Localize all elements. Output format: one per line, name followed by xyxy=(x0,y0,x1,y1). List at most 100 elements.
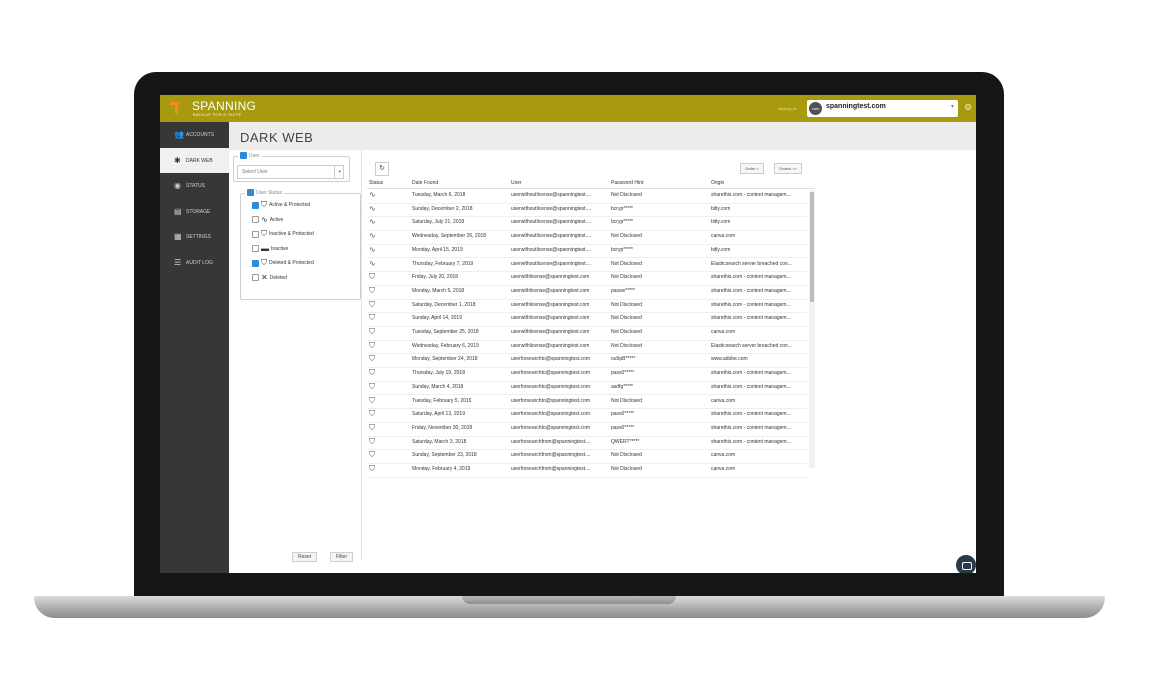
cell-date: Wednesday, February 6, 2019 xyxy=(412,342,479,349)
status-label: Deleted & Protected xyxy=(269,260,314,266)
cell-hint: pass0***** xyxy=(611,424,635,431)
table-row[interactable]: ⛉ Saturday, December 1, 2018 userwithlicen… xyxy=(367,299,807,314)
status-icon: ∿ xyxy=(261,215,268,224)
status-label: Deleted xyxy=(269,274,287,281)
shield-icon: ⛉ xyxy=(369,436,375,446)
status-label: Inactive xyxy=(271,245,289,252)
status-checkbox[interactable] xyxy=(252,259,259,267)
activity-icon: ∿ xyxy=(369,203,376,213)
table-row[interactable]: ∿ Sunday, December 2, 2018 userwithoutlice… xyxy=(367,203,807,218)
cell-hint: pass0***** xyxy=(611,411,635,418)
table-row[interactable]: ⛉ Friday, July 20, 2018 userwithlicense@sp… xyxy=(367,271,807,286)
table-row[interactable]: ⛉ Sunday, March 4, 2018 userforsearchto@sp… xyxy=(367,381,807,396)
status-checkbox[interactable] xyxy=(252,274,259,281)
table-row[interactable]: ∿ Thursday, February 7, 2019 userwithoutli… xyxy=(367,258,807,273)
sidebar-item-status[interactable]: ◉ STATUS xyxy=(160,173,229,198)
column-header-password-hint[interactable]: Password Hint xyxy=(611,180,643,186)
status-option[interactable]: ⛉ Deleted & Protected xyxy=(252,258,314,268)
status-option[interactable]: ⛉ Inactive & Protected xyxy=(252,229,314,239)
brand-name: SPANNING xyxy=(192,99,257,113)
cell-user: userwithoutlicense@spanningtest.... xyxy=(511,192,592,198)
domain-select[interactable]: com spanningtest.com ▾ xyxy=(807,100,958,117)
shield-icon: ⛉ xyxy=(369,327,375,336)
cell-origin: canva.com xyxy=(711,397,736,404)
sidebar-item-label: STORAGE xyxy=(186,208,211,215)
cell-origin: sharethis.com - content managem... xyxy=(711,383,791,390)
user-status-filter: User Status ⛉ Active & Protected ∿ Active ⛉ I… xyxy=(240,189,361,300)
table-row[interactable]: ∿ Monday, April 15, 2019 userwithoutlicens… xyxy=(367,244,807,259)
cell-date: Saturday, July 21, 2018 xyxy=(412,219,465,226)
column-header-date[interactable]: Date Found xyxy=(412,180,438,186)
user-filter-checkbox[interactable] xyxy=(240,152,247,159)
status-option[interactable]: ∿ Active xyxy=(252,215,283,225)
status-checkbox[interactable] xyxy=(252,245,259,252)
cell-date: Monday, February 4, 2019 xyxy=(412,466,471,472)
scrollbar-thumb[interactable] xyxy=(810,192,814,302)
refresh-icon[interactable]: ↻ xyxy=(375,162,389,176)
cell-user: userforsearchto@spanningtest.com xyxy=(511,424,591,431)
gear-icon[interactable]: ⚙ xyxy=(964,102,972,113)
shield-icon: ⛉ xyxy=(369,381,375,391)
reset-button[interactable]: Reset xyxy=(292,552,318,562)
users-icon: 👥 xyxy=(174,130,184,139)
status-checkbox[interactable] xyxy=(252,216,259,223)
cell-date: Sunday, April 14, 2019 xyxy=(412,315,462,322)
table-row[interactable]: ∿ Wednesday, September 26, 2018 userwithou… xyxy=(367,230,807,245)
status-option[interactable]: ▬ Inactive xyxy=(252,244,288,254)
status-icon: ⛉ xyxy=(261,258,267,267)
status-checkbox[interactable] xyxy=(252,230,259,238)
order-prev-button[interactable]: Order < xyxy=(740,163,764,174)
cell-hint: QWERT***** xyxy=(611,438,640,445)
cell-hint: ou9pB***** xyxy=(611,356,636,363)
table-row[interactable]: ⛉ Saturday, March 3, 2018 userforsearchfro… xyxy=(367,436,807,451)
table-row[interactable]: ⛉ Thursday, July 19, 2018 userforsearchto@… xyxy=(367,367,807,382)
cell-hint: asdfg***** xyxy=(611,383,633,390)
cell-date: Friday, November 30, 2018 xyxy=(412,424,473,431)
table-row[interactable]: ⛉ Saturday, April 13, 2019 userforsearchto… xyxy=(367,408,807,423)
sidebar-item-dark-web[interactable]: ✱ DARK WEB xyxy=(160,147,229,173)
table-row[interactable]: ⛉ Monday, September 24, 2018 userforsearch… xyxy=(367,353,807,369)
sidebar-item-storage[interactable]: ▤ STORAGE xyxy=(160,199,229,224)
shield-icon: ⛉ xyxy=(369,409,375,419)
shield-icon: ⛉ xyxy=(369,450,375,460)
vertical-scrollbar[interactable] xyxy=(809,190,815,468)
sidebar-item-accounts[interactable]: 👥 ACCOUNTS xyxy=(160,122,229,147)
table-row[interactable]: ⛉ Tuesday, February 5, 2019 userforsearcht… xyxy=(367,395,807,410)
cell-user: userforsearchto@spanningtest.com xyxy=(511,370,591,377)
cell-origin: sharethis.com - content managem... xyxy=(711,274,791,281)
cell-date: Saturday, December 1, 2018 xyxy=(412,301,476,308)
sidebar-item-settings[interactable]: ▦ SETTINGS xyxy=(160,224,229,249)
column-header-user[interactable]: User xyxy=(511,180,522,186)
cell-hint: bcryp***** xyxy=(611,205,633,212)
chat-icon[interactable] xyxy=(955,554,976,573)
status-checkbox[interactable] xyxy=(252,201,259,209)
list-icon: ☰ xyxy=(174,257,182,267)
cell-date: Monday, September 24, 2018 xyxy=(412,356,478,363)
user-select[interactable]: Select User ▾ xyxy=(237,165,344,179)
status-option[interactable]: ⛉ Active & Protected xyxy=(252,200,310,210)
table-row[interactable]: ⛉ Tuesday, September 25, 2018 userwithlice… xyxy=(367,326,807,341)
column-header-origin[interactable]: Origin xyxy=(711,180,724,186)
status-option[interactable]: ✕ Deleted xyxy=(252,273,287,283)
sidebar-item-label: AUDIT LOG xyxy=(186,259,213,266)
cell-user: userwithoutlicense@spanningtest.... xyxy=(511,233,592,240)
table-row[interactable]: ∿ Saturday, July 21, 2018 userwithoutlicen… xyxy=(367,216,807,232)
column-header-status[interactable]: Status xyxy=(369,180,383,186)
table-row[interactable]: ⛉ Sunday, April 14, 2019 userwithlicense@s… xyxy=(367,312,807,327)
order-next-button[interactable]: Orders >> xyxy=(774,163,803,174)
spanning-logo-icon xyxy=(170,102,180,114)
table-row[interactable]: ⛉ Wednesday, February 6, 2019 userwithlice… xyxy=(367,340,807,355)
cell-origin: bitly.com xyxy=(711,205,731,212)
view-as-label: viewing as xyxy=(778,106,797,111)
sidebar-item-audit-log[interactable]: ☰ AUDIT LOG xyxy=(160,250,229,275)
table-row[interactable]: ⛉ Sunday, September 23, 2018 userforsearch… xyxy=(367,449,807,464)
cell-date: Sunday, December 2, 2018 xyxy=(412,205,473,212)
table-row[interactable]: ⛉ Friday, November 30, 2018 userforsearcht… xyxy=(367,422,807,437)
user-status-checkbox[interactable] xyxy=(247,189,254,196)
table-row[interactable]: ∿ Tuesday, March 6, 2018 userwithoutlicens… xyxy=(367,189,807,204)
filter-button[interactable]: Filter xyxy=(330,552,354,562)
table-row[interactable]: ⛉ Monday, February 4, 2019 userforsearchfr… xyxy=(367,463,807,478)
app-screen: SPANNING BACKUP FOR G SUITE viewing as c… xyxy=(160,95,976,573)
cell-hint: Not Disclosed xyxy=(611,329,642,335)
table-row[interactable]: ⛉ Monday, March 5, 2018 userwithlicense@sp… xyxy=(367,285,807,300)
